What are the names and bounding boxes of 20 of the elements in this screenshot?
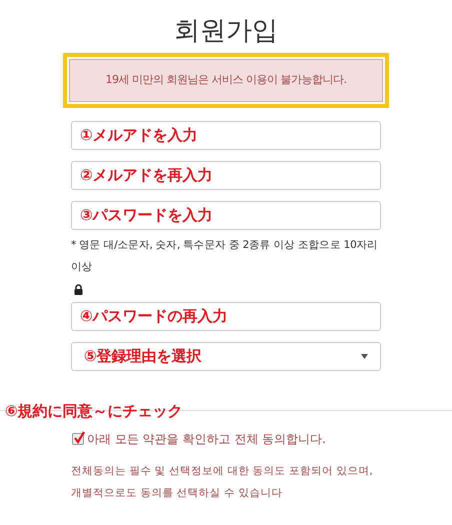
lock-icon (74, 284, 83, 295)
annotation-label: ②メルアドを再入力 (80, 165, 213, 186)
dropdown-icon (361, 354, 368, 359)
annotation-label: ①メルアドを入力 (80, 125, 198, 146)
annotation-label: ⑥規約に同意～にチェック (5, 401, 183, 421)
input-field[interactable]: ③パスワードを入力 (71, 201, 381, 230)
agree-checkbox[interactable] (72, 433, 84, 445)
annotation-label: ③パスワードを入力 (80, 205, 213, 226)
select-field[interactable]: ⑤登録理由を選択 (71, 342, 381, 371)
password-hint: * 영문 대/소문자, 숫자, 특수문자 중 2종류 이상 조합으로 10자리 이상 (71, 238, 379, 275)
alert-message: 19세 미만의 회원님은 서비스 이용이 불가능합니다. (69, 59, 383, 102)
agree-note: 전체동의는 필수 및 선택정보에 대한 동의도 포함되어 있으며, (71, 464, 374, 479)
page-title: 회원가입 (174, 15, 278, 48)
agree-label: 아래 모든 약관을 확인하고 전체 동의합니다. (87, 431, 326, 448)
input-field[interactable]: ②メルアドを再入力 (71, 161, 381, 190)
agree-note: 개별적으로도 동의를 선택하실 수 있습니다 (71, 486, 284, 501)
annotation-label: ④パスワードの再入力 (80, 306, 228, 328)
input-field[interactable]: ④パスワードの再入力 (71, 302, 381, 331)
input-field[interactable]: ①メルアドを入力 (71, 121, 381, 150)
annotation-label: ⑤登録理由を選択 (84, 346, 202, 368)
